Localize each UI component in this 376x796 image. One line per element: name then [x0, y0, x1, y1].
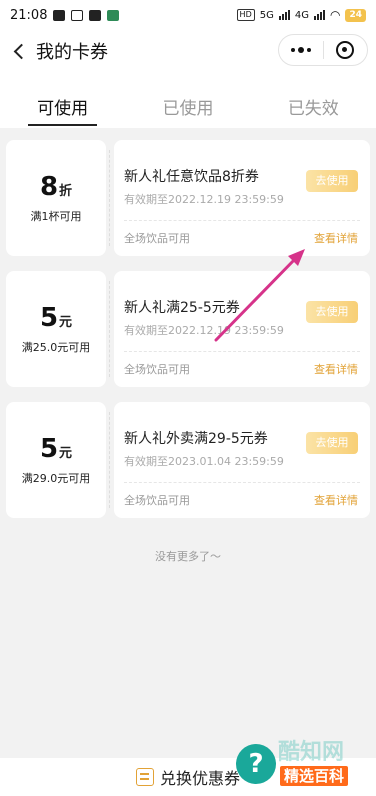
use-coupon-button[interactable]: 去使用	[306, 170, 358, 192]
tab-available[interactable]: 可使用	[0, 84, 125, 128]
sim-icon	[71, 9, 84, 21]
notification-icon	[89, 9, 102, 21]
coupon-divider	[124, 351, 360, 352]
coupon-perforation	[106, 140, 114, 256]
signal-icon	[278, 10, 290, 20]
coupon-card: 5元 满25.0元可用 新人礼满25-5元券 有效期至2022.12.19 23…	[6, 271, 370, 387]
image-icon	[53, 9, 66, 21]
coupon-validity: 有效期至2022.12.19 23:59:59	[124, 324, 284, 337]
view-details-link[interactable]: 查看详情	[314, 361, 358, 377]
battery-indicator: 24	[345, 8, 366, 22]
coupon-tabs: 可使用 已使用 已失效	[0, 84, 376, 128]
watermark-bottom-text: 精选百科	[280, 766, 349, 786]
coupon-unit: 元	[59, 315, 73, 330]
coupon-amount: 8	[39, 172, 59, 202]
coupon-validity: 有效期至2022.12.19 23:59:59	[124, 193, 284, 206]
watermark-top-text: 酷知网	[278, 740, 345, 765]
coupon-divider	[124, 482, 360, 483]
coupon-card: 8折 满1杯可用 新人礼任意饮品8折券 有效期至2022.12.19 23:59…	[6, 140, 370, 256]
use-coupon-button[interactable]: 去使用	[306, 432, 358, 454]
coupon-condition: 满1杯可用	[30, 210, 82, 223]
coupon-divider	[124, 220, 360, 221]
more-dot-icon	[298, 47, 304, 53]
watermark: ? 酷知网 精选百科	[222, 730, 376, 796]
coupon-info-panel: 新人礼任意饮品8折券 有效期至2022.12.19 23:59:59 去使用 全…	[114, 140, 370, 256]
signal-icon-2	[313, 10, 325, 20]
status-time: 21:08	[10, 7, 48, 23]
status-bar: 21:08 HD 5G 4G ◠ 24	[0, 0, 376, 30]
question-mark-icon: ?	[236, 744, 276, 784]
header-area: 21:08 HD 5G 4G ◠ 24 我的卡券 可使用 已使用 已失效	[0, 0, 376, 128]
network-5g-label: 5G	[259, 9, 274, 21]
coupon-condition: 满29.0元可用	[21, 472, 91, 485]
app-notification-icon	[107, 9, 120, 21]
coupon-amount: 5	[39, 303, 59, 333]
coupon-unit: 折	[59, 184, 73, 199]
coupon-card: 5元 满29.0元可用 新人礼外卖满29-5元券 有效期至2023.01.04 …	[6, 402, 370, 518]
coupon-scope: 全场饮品可用	[124, 363, 190, 376]
coupon-perforation	[106, 271, 114, 387]
use-coupon-button[interactable]: 去使用	[306, 301, 358, 323]
no-more-hint: 没有更多了～	[155, 550, 221, 563]
coupon-condition: 满25.0元可用	[21, 341, 91, 354]
hd-icon: HD	[236, 9, 255, 21]
view-details-link[interactable]: 查看详情	[314, 492, 358, 508]
view-details-link[interactable]: 查看详情	[314, 230, 358, 246]
page-title: 我的卡券	[36, 42, 108, 63]
close-mini-program-button[interactable]	[324, 41, 367, 59]
coupon-info-panel: 新人礼满25-5元券 有效期至2022.12.19 23:59:59 去使用 全…	[114, 271, 370, 387]
coupon-validity: 有效期至2023.01.04 23:59:59	[124, 455, 284, 468]
wifi-icon: ◠	[329, 8, 341, 22]
coupon-list: 8折 满1杯可用 新人礼任意饮品8折券 有效期至2022.12.19 23:59…	[6, 140, 370, 533]
tab-expired[interactable]: 已失效	[251, 84, 376, 128]
tab-used[interactable]: 已使用	[125, 84, 250, 128]
more-dot-icon	[307, 48, 311, 52]
mini-program-capsule	[278, 34, 368, 66]
coupon-unit: 元	[59, 446, 73, 461]
coupon-value-panel: 5元 满25.0元可用	[6, 271, 106, 387]
coupon-info-panel: 新人礼外卖满29-5元券 有效期至2023.01.04 23:59:59 去使用…	[114, 402, 370, 518]
more-dot-icon	[291, 48, 295, 52]
coupon-amount: 5	[39, 434, 59, 464]
chevron-left-icon	[13, 43, 29, 59]
coupon-scope: 全场饮品可用	[124, 494, 190, 507]
coupon-perforation	[106, 402, 114, 518]
coupon-scope: 全场饮品可用	[124, 232, 190, 245]
exchange-icon	[135, 768, 154, 786]
back-button[interactable]	[0, 30, 36, 72]
coupon-value-panel: 8折 满1杯可用	[6, 140, 106, 256]
network-4g-label: 4G	[294, 9, 309, 21]
target-close-icon	[336, 41, 355, 59]
nav-bar: 我的卡券	[0, 30, 376, 72]
more-button[interactable]	[279, 47, 323, 53]
coupon-value-panel: 5元 满29.0元可用	[6, 402, 106, 518]
